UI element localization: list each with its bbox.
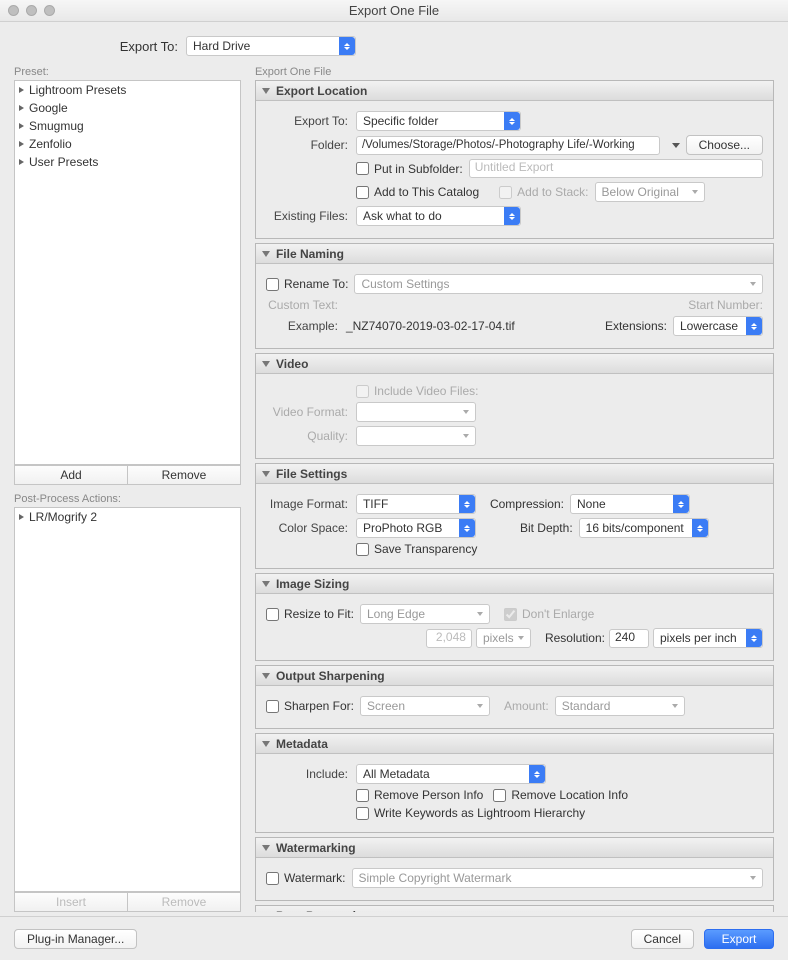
- location-export-to-select[interactable]: Specific folder: [356, 111, 521, 131]
- chevron-down-icon: [262, 845, 270, 851]
- resolution-input[interactable]: 240: [609, 629, 649, 648]
- sharpen-for-select: Screen: [360, 696, 490, 716]
- section-header[interactable]: Export Location: [256, 81, 773, 101]
- footer: Plug-in Manager... Cancel Export: [0, 916, 788, 960]
- chevron-down-icon: [262, 361, 270, 367]
- preset-item[interactable]: Lightroom Presets: [15, 81, 240, 99]
- sharpen-checkbox[interactable]: [266, 700, 279, 713]
- section-post-processing: Post-Processing After Export: Open in Ad…: [255, 905, 774, 912]
- pp-item[interactable]: LR/Mogrify 2: [15, 508, 240, 526]
- image-format-select[interactable]: TIFF: [356, 494, 476, 514]
- pp-label: Post-Process Actions:: [14, 493, 241, 505]
- rename-to-checkbox[interactable]: [266, 278, 279, 291]
- section-export-location: Export Location Export To: Specific fold…: [255, 80, 774, 239]
- subfolder-input[interactable]: Untitled Export: [469, 159, 763, 178]
- watermark-select: Simple Copyright Watermark: [352, 868, 763, 888]
- section-output-sharpening: Output Sharpening Sharpen For: Screen Am…: [255, 665, 774, 729]
- section-video: Video Include Video Files: Video Format:…: [255, 353, 774, 459]
- preset-item[interactable]: Smugmug: [15, 117, 240, 135]
- insert-action-button[interactable]: Insert: [14, 892, 128, 912]
- section-header[interactable]: Image Sizing: [256, 574, 773, 594]
- titlebar: Export One File: [0, 0, 788, 22]
- rename-template-select: Custom Settings: [354, 274, 763, 294]
- post-process-list[interactable]: LR/Mogrify 2: [14, 507, 241, 892]
- metadata-include-select[interactable]: All Metadata: [356, 764, 546, 784]
- folder-dropdown-icon[interactable]: [672, 143, 680, 148]
- add-catalog-checkbox[interactable]: [356, 186, 369, 199]
- resize-mode-select: Long Edge: [360, 604, 490, 624]
- section-header[interactable]: Output Sharpening: [256, 666, 773, 686]
- export-to-label: Export To:: [0, 39, 186, 54]
- resize-unit-select: pixels: [476, 628, 531, 648]
- bit-depth-select[interactable]: 16 bits/component: [579, 518, 709, 538]
- chevron-down-icon: [262, 251, 270, 257]
- existing-files-select[interactable]: Ask what to do: [356, 206, 521, 226]
- video-format-select: [356, 402, 476, 422]
- stack-position-select: Below Original: [595, 182, 705, 202]
- export-to-row: Export To: Hard Drive: [0, 22, 788, 66]
- preset-list[interactable]: Lightroom Presets Google Smugmug Zenfoli…: [14, 80, 241, 465]
- watermark-checkbox[interactable]: [266, 872, 279, 885]
- color-space-select[interactable]: ProPhoto RGB: [356, 518, 476, 538]
- zoom-icon[interactable]: [44, 5, 55, 16]
- section-header[interactable]: File Naming: [256, 244, 773, 264]
- remove-person-checkbox[interactable]: [356, 789, 369, 802]
- chevron-down-icon: [262, 741, 270, 747]
- write-keywords-checkbox[interactable]: [356, 807, 369, 820]
- video-quality-select: [356, 426, 476, 446]
- right-header: Export One File: [255, 66, 774, 78]
- section-header[interactable]: Watermarking: [256, 838, 773, 858]
- remove-preset-button[interactable]: Remove: [128, 465, 241, 485]
- export-to-select[interactable]: Hard Drive: [186, 36, 356, 56]
- preset-label: Preset:: [14, 66, 241, 78]
- section-header[interactable]: Post-Processing: [256, 906, 773, 912]
- preset-item[interactable]: Google: [15, 99, 240, 117]
- add-preset-button[interactable]: Add: [14, 465, 128, 485]
- window-controls: [8, 5, 55, 16]
- preset-item[interactable]: User Presets: [15, 153, 240, 171]
- dont-enlarge-checkbox: [504, 608, 517, 621]
- sharpen-amount-select: Standard: [555, 696, 685, 716]
- resize-checkbox[interactable]: [266, 608, 279, 621]
- close-icon[interactable]: [8, 5, 19, 16]
- section-header[interactable]: File Settings: [256, 464, 773, 484]
- chevron-down-icon: [262, 581, 270, 587]
- save-transparency-checkbox[interactable]: [356, 543, 369, 556]
- window-title: Export One File: [349, 3, 439, 18]
- preset-item[interactable]: Zenfolio: [15, 135, 240, 153]
- include-video-checkbox: [356, 385, 369, 398]
- chevron-down-icon: [262, 471, 270, 477]
- put-subfolder-checkbox[interactable]: [356, 162, 369, 175]
- section-file-settings: File Settings Image Format: TIFF Compres…: [255, 463, 774, 569]
- cancel-button[interactable]: Cancel: [631, 929, 694, 949]
- plugin-manager-button[interactable]: Plug-in Manager...: [14, 929, 137, 949]
- compression-select[interactable]: None: [570, 494, 690, 514]
- section-file-naming: File Naming Rename To: Custom Settings C…: [255, 243, 774, 349]
- minimize-icon[interactable]: [26, 5, 37, 16]
- export-button[interactable]: Export: [704, 929, 774, 949]
- extensions-select[interactable]: Lowercase: [673, 316, 763, 336]
- filename-example: _NZ74070-2019-03-02-17-04.tif: [346, 319, 515, 333]
- chevron-down-icon: [262, 88, 270, 94]
- section-watermarking: Watermarking Watermark: Simple Copyright…: [255, 837, 774, 901]
- chevron-down-icon: [262, 673, 270, 679]
- resize-value-input: 2,048: [426, 629, 472, 648]
- choose-folder-button[interactable]: Choose...: [686, 135, 763, 155]
- section-header[interactable]: Metadata: [256, 734, 773, 754]
- remove-action-button[interactable]: Remove: [128, 892, 241, 912]
- section-image-sizing: Image Sizing Resize to Fit: Long Edge Do…: [255, 573, 774, 661]
- remove-location-checkbox[interactable]: [493, 789, 506, 802]
- folder-path: /Volumes/Storage/Photos/-Photography Lif…: [356, 136, 660, 155]
- resolution-unit-select[interactable]: pixels per inch: [653, 628, 763, 648]
- section-header[interactable]: Video: [256, 354, 773, 374]
- add-stack-checkbox: [499, 186, 512, 199]
- section-metadata: Metadata Include: All Metadata Remove Pe…: [255, 733, 774, 833]
